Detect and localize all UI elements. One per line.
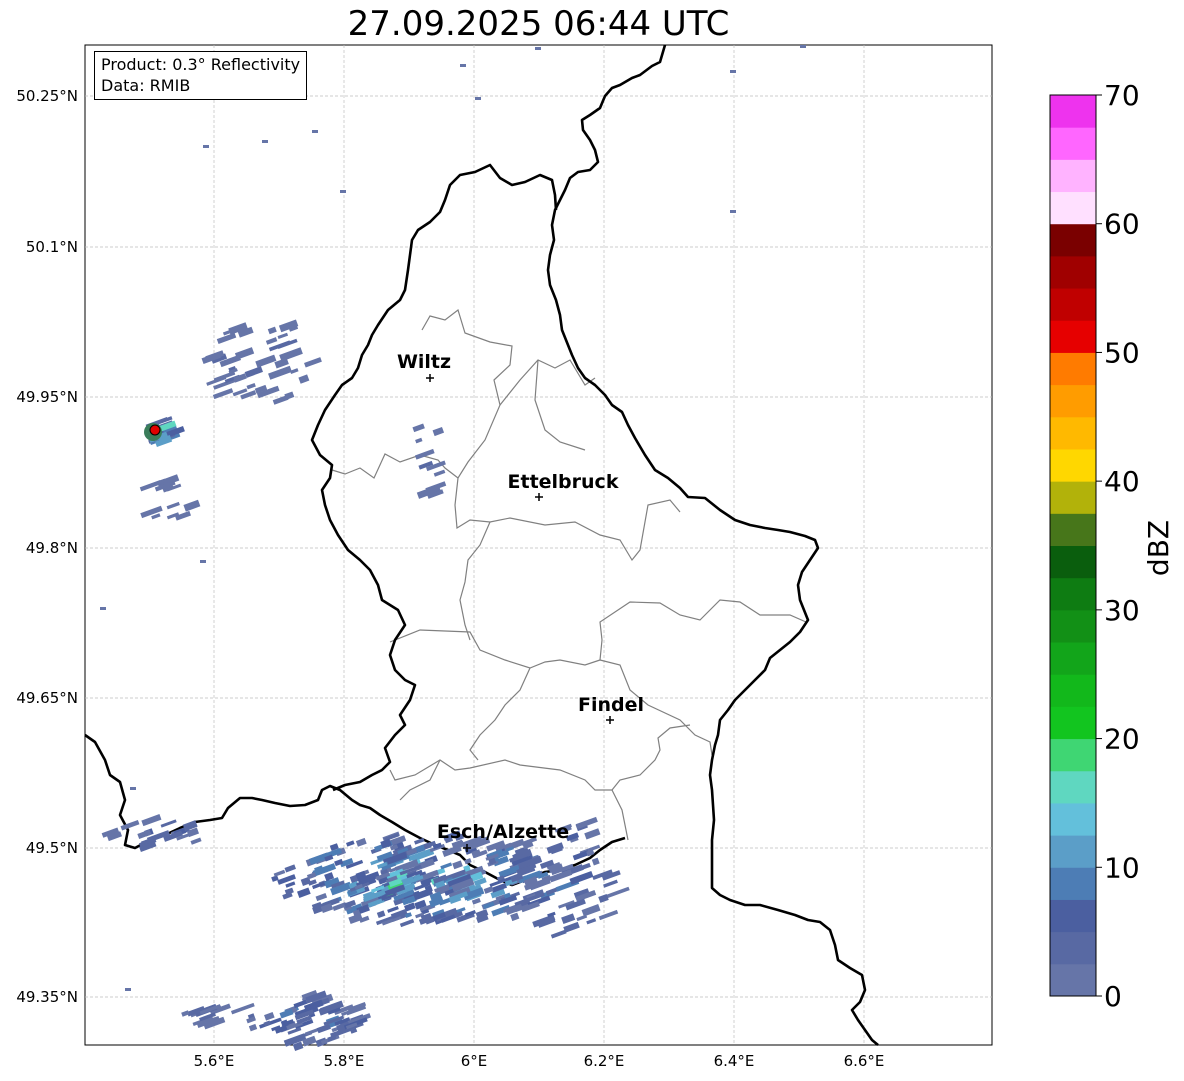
colorbar-segment	[1050, 545, 1096, 579]
city-label: Esch/Alzette	[437, 821, 569, 843]
data-source-line: Data: RMIB	[101, 76, 191, 95]
lat-tick-label: 49.35°N	[16, 988, 78, 1006]
lon-tick-label: 5.8°E	[324, 1052, 365, 1070]
colorbar-tick-label: 10	[1104, 851, 1140, 884]
colorbar-segment	[1050, 802, 1096, 836]
radar-map: WiltzEttelbruckFindelEsch/Alzette 5.6°E 5…	[16, 44, 1175, 1070]
product-line: Product: 0.3° Reflectivity	[101, 55, 301, 74]
lat-tick-label: 50.25°N	[16, 87, 78, 105]
colorbar-segment	[1050, 867, 1096, 900]
lat-tick-label: 49.95°N	[16, 388, 78, 406]
colorbar-tick-label: 70	[1104, 79, 1140, 112]
colorbar-segment	[1050, 223, 1096, 257]
colorbar-segment	[1050, 95, 1096, 128]
colorbar-segment	[1050, 835, 1096, 868]
colorbar-segment	[1050, 674, 1096, 707]
lon-tick-label: 6.4°E	[714, 1052, 755, 1070]
colorbar-segment	[1050, 738, 1096, 772]
lon-tick-label: 6°E	[461, 1052, 488, 1070]
colorbar-segment	[1050, 191, 1096, 225]
colorbar-tick-label: 30	[1104, 594, 1140, 627]
lat-tick-label: 50.1°N	[26, 238, 78, 256]
colorbar-segment	[1050, 642, 1096, 675]
colorbar-segment	[1050, 481, 1096, 514]
colorbar-segment	[1050, 577, 1096, 611]
city-label: Findel	[578, 694, 644, 716]
colorbar-label: dBZ	[1142, 520, 1175, 576]
longitude-tick-labels: 5.6°E 5.8°E 6°E 6.2°E 6.4°E 6.6°E	[194, 1052, 885, 1070]
map-title: 27.09.2025 06:44 UTC	[347, 4, 730, 44]
colorbar-segment	[1050, 255, 1096, 289]
radar-site-marker	[144, 423, 162, 441]
colorbar: 0 10 20 30 40 50 60 70	[1049, 79, 1140, 1013]
colorbar-tick-label: 40	[1104, 465, 1140, 498]
colorbar-segment	[1050, 384, 1096, 418]
colorbar-segment	[1050, 448, 1096, 482]
city-label: Ettelbruck	[508, 471, 619, 493]
colorbar-tick-label: 50	[1104, 336, 1140, 369]
colorbar-segment	[1050, 416, 1096, 450]
colorbar-segment	[1050, 931, 1096, 965]
colorbar-tick-label: 20	[1104, 723, 1140, 756]
colorbar-tick-label: 0	[1104, 980, 1122, 1013]
lat-tick-label: 49.8°N	[26, 539, 78, 557]
lon-tick-label: 6.6°E	[844, 1052, 885, 1070]
colorbar-segment	[1050, 159, 1096, 193]
colorbar-segment	[1050, 127, 1096, 160]
lat-tick-label: 49.65°N	[16, 689, 78, 707]
city-label: Wiltz	[397, 351, 451, 373]
colorbar-segment	[1050, 513, 1096, 546]
colorbar-segment	[1050, 288, 1096, 321]
latitude-tick-labels: 50.25°N 50.1°N 49.95°N 49.8°N 49.65°N 49.5°N 4…	[16, 87, 78, 1006]
colorbar-segment	[1050, 706, 1096, 740]
colorbar-tick-label: 60	[1104, 208, 1140, 241]
colorbar-segment	[1050, 899, 1096, 933]
product-info-box: Product: 0.3° Reflectivity Data: RMIB	[94, 51, 308, 100]
colorbar-segment	[1050, 963, 1096, 997]
lon-tick-label: 5.6°E	[194, 1052, 235, 1070]
colorbar-segment	[1050, 609, 1096, 643]
colorbar-segment	[1050, 770, 1096, 804]
colorbar-segment	[1050, 320, 1096, 353]
lon-tick-label: 6.2°E	[584, 1052, 625, 1070]
colorbar-segment	[1050, 352, 1096, 386]
lat-tick-label: 49.5°N	[26, 839, 78, 857]
